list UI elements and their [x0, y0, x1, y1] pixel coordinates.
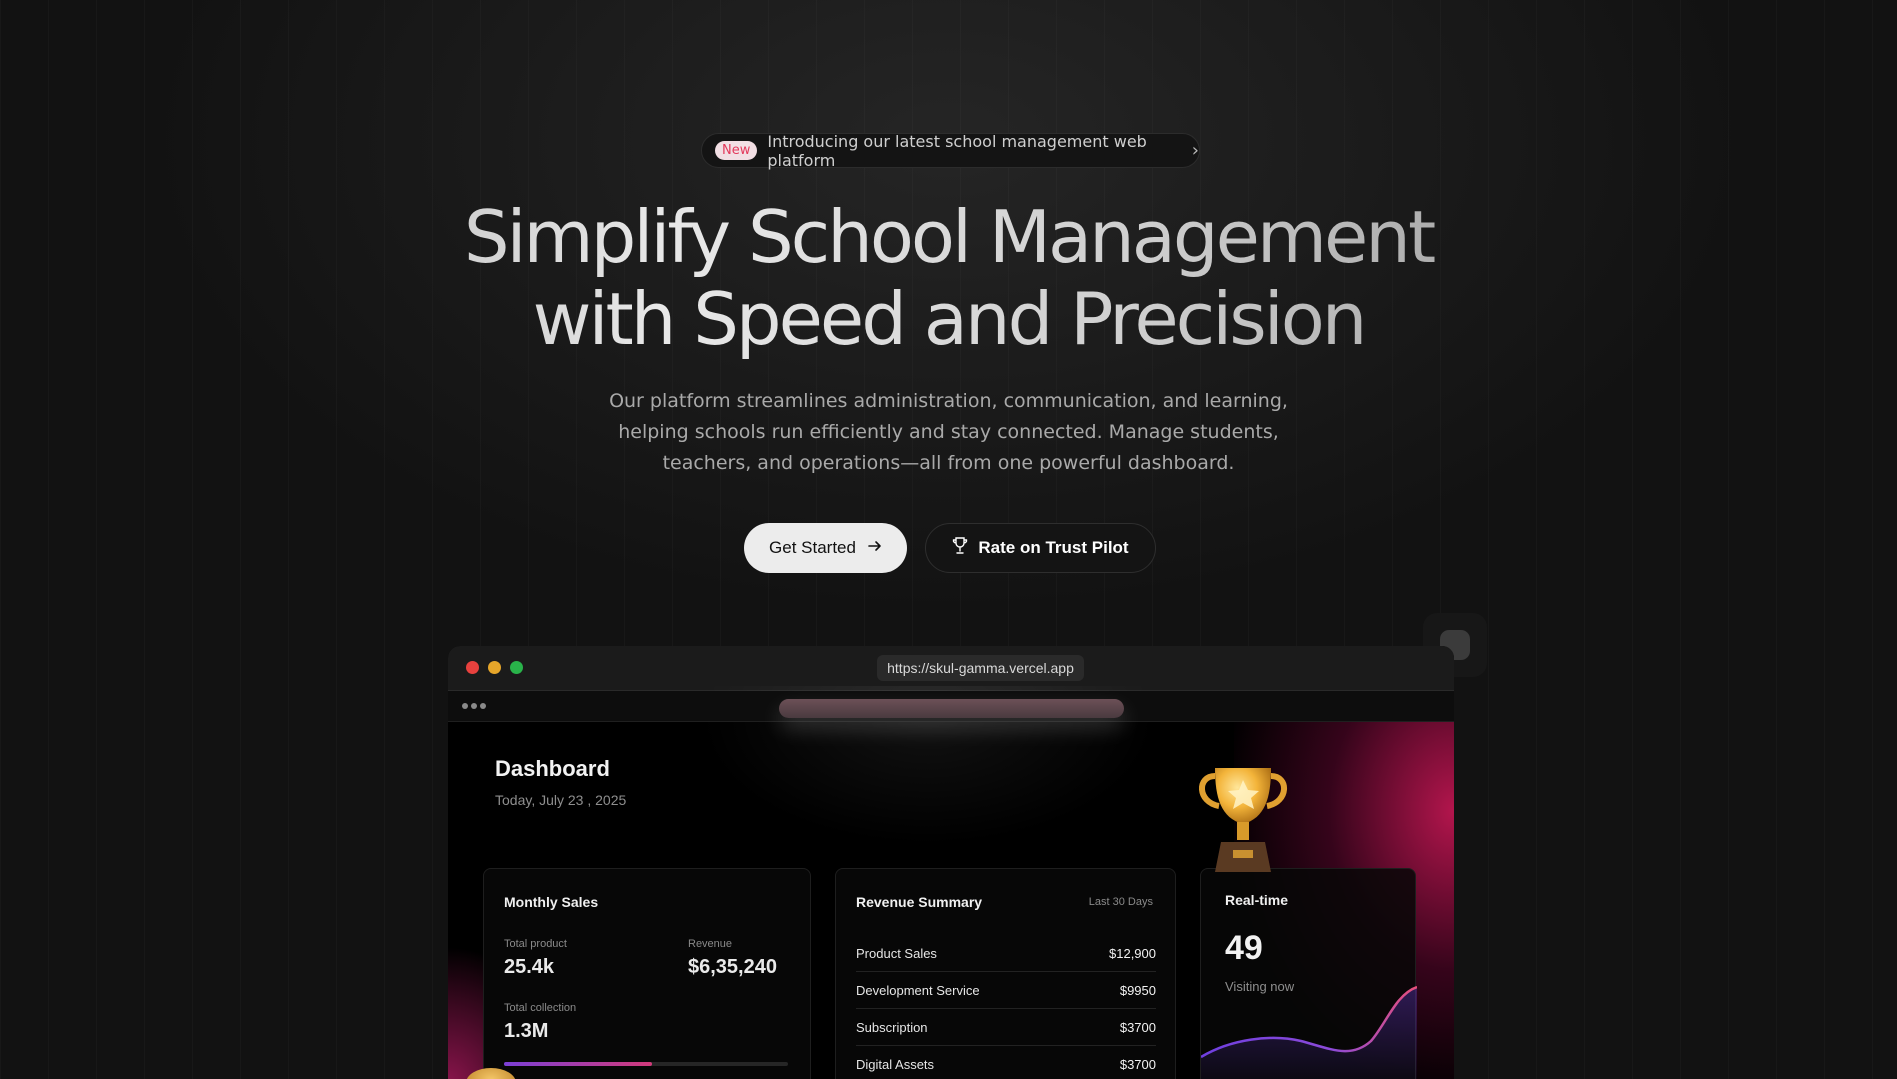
maximize-window-dot[interactable]: [510, 661, 523, 674]
row-name: Subscription: [856, 1019, 928, 1035]
more-menu-icon[interactable]: [462, 703, 486, 709]
announcement-pill[interactable]: New Introducing our latest school manage…: [701, 131, 1200, 170]
minimize-window-dot[interactable]: [488, 661, 501, 674]
row-amount: $3700: [1119, 1056, 1156, 1072]
rate-trustpilot-label: Rate on Trust Pilot: [978, 538, 1129, 557]
row-name: Digital Assets: [856, 1056, 935, 1072]
collection-progress-fill: [504, 1062, 652, 1066]
table-row: Digital Assets $3700: [856, 1046, 1156, 1079]
app-search-bar[interactable]: [779, 699, 1124, 718]
total-collection-label: Total collection: [504, 1002, 577, 1014]
revenue-rows: Product Sales $12,900 Development Servic…: [856, 935, 1156, 1079]
revenue-range[interactable]: Last 30 Days: [1089, 896, 1153, 908]
new-badge: New: [715, 141, 758, 160]
monthly-sales-card: Monthly Sales Total product 25.4k Revenu…: [483, 868, 811, 1079]
realtime-card: Real-time 49 Visiting now: [1200, 868, 1417, 1079]
trophy-icon: [952, 536, 968, 560]
browser-title-bar: https://skul-gamma.vercel.app: [448, 646, 1454, 691]
row-name: Development Service: [856, 982, 980, 998]
table-row: Product Sales $12,900: [856, 935, 1156, 972]
revenue-value: $6,35,240: [688, 956, 777, 978]
realtime-sparkline: [1201, 985, 1417, 1079]
collection-progress-track: [504, 1062, 788, 1066]
browser-mockup: https://skul-gamma.vercel.app Dashboard …: [448, 646, 1454, 1079]
headline-line-2: with Speed and Precision: [532, 277, 1365, 361]
row-amount: $9950: [1119, 982, 1156, 998]
chevron-right-icon: ›: [1191, 140, 1199, 161]
revenue-summary-title: Revenue Summary: [856, 894, 983, 910]
total-collection-value: 1.3M: [504, 1020, 549, 1042]
realtime-title: Real-time: [1225, 892, 1289, 908]
app-topbar: [448, 691, 1454, 722]
total-product-value: 25.4k: [504, 956, 555, 978]
dashboard-title: Dashboard: [495, 756, 610, 781]
arrow-right-icon: [868, 538, 882, 558]
monthly-sales-title: Monthly Sales: [504, 894, 599, 910]
headline-line-1: Simplify School Management: [463, 195, 1434, 279]
hero-headline: Simplify School Management with Speed an…: [0, 196, 1897, 360]
get-started-label: Get Started: [769, 538, 856, 557]
trophy-illustration: [1199, 768, 1287, 872]
revenue-label: Revenue: [688, 938, 733, 950]
row-name: Product Sales: [856, 945, 937, 961]
url-bar[interactable]: https://skul-gamma.vercel.app: [877, 655, 1084, 681]
get-started-button[interactable]: Get Started: [744, 523, 907, 573]
table-row: Subscription $3700: [856, 1009, 1156, 1046]
total-product-label: Total product: [504, 938, 567, 950]
table-row: Development Service $9950: [856, 972, 1156, 1009]
row-amount: $3700: [1119, 1019, 1156, 1035]
announcement-text: Introducing our latest school management…: [767, 131, 1147, 170]
dashboard-date: Today, July 23 , 2025: [495, 792, 627, 808]
rate-trustpilot-button[interactable]: Rate on Trust Pilot: [925, 523, 1156, 573]
hero-subtext: Our platform streamlines administration,…: [609, 390, 1288, 474]
row-amount: $12,900: [1109, 945, 1156, 961]
realtime-value: 49: [1225, 929, 1263, 967]
revenue-summary-card: Revenue Summary Last 30 Days Product Sal…: [835, 868, 1176, 1079]
close-window-dot[interactable]: [466, 661, 479, 674]
